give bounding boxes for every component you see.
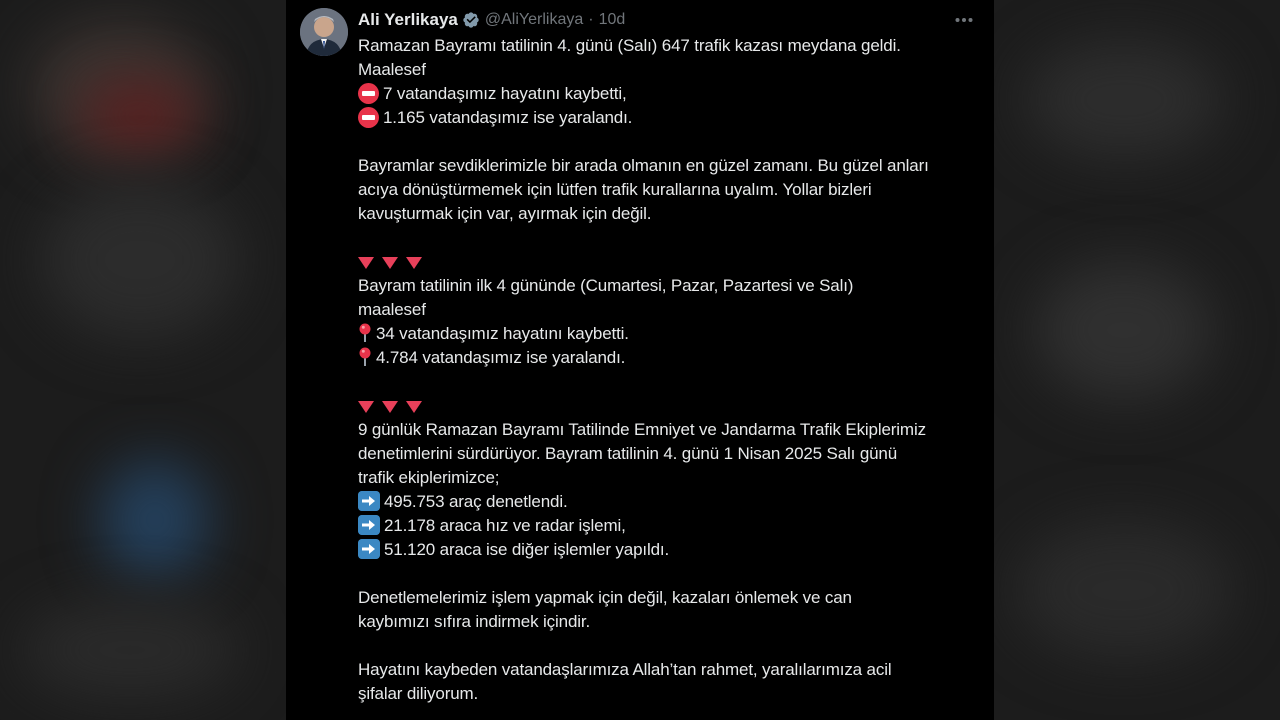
list-item: 7 vatandaşımız hayatını kaybetti, <box>358 82 983 106</box>
verified-badge-icon <box>463 12 479 28</box>
text-line: 7 vatandaşımız hayatını kaybetti, <box>383 84 627 103</box>
text-line: Hayatını kaybeden vatandaşlarımıza Allah… <box>358 660 892 679</box>
text-line: 1.165 vatandaşımız ise yaralandı. <box>383 108 633 127</box>
text-line: 495.753 araç denetlendi. <box>384 492 568 511</box>
right-arrow-emoji <box>358 539 380 560</box>
triangle-row <box>358 394 983 418</box>
blurred-background-right <box>994 0 1280 720</box>
text-line: Ramazan Bayramı tatilinin 4. günü (Salı)… <box>358 36 901 55</box>
tweet-text: Ramazan Bayramı tatilinin 4. günü (Salı)… <box>358 34 983 706</box>
author-avatar[interactable] <box>300 8 348 56</box>
round-pushpin-emoji <box>359 347 371 366</box>
text-line: Maalesef <box>358 60 426 79</box>
round-pushpin-emoji <box>359 323 371 342</box>
red-triangle-down-emoji <box>382 256 398 269</box>
list-item: 21.178 araca hız ve radar işlemi, <box>358 514 983 538</box>
tweet-timestamp[interactable]: 10d <box>599 8 626 32</box>
list-item: 4.784 vatandaşımız ise yaralandı. <box>358 346 983 370</box>
text-line: trafik ekiplerimizce; <box>358 468 500 487</box>
triangle-row <box>358 250 983 274</box>
list-item: 1.165 vatandaşımız ise yaralandı. <box>358 106 983 130</box>
text-line: maalesef <box>358 300 426 319</box>
text-line: 4.784 vatandaşımız ise yaralandı. <box>376 348 626 367</box>
list-item: 34 vatandaşımız hayatını kaybetti. <box>358 322 983 346</box>
tweet-header: Ali Yerlikaya @AliYerlikaya · 10d <box>358 8 625 32</box>
text-line: Denetlemelerimiz işlem yapmak için değil… <box>358 588 852 607</box>
list-item: 51.120 araca ise diğer işlemler yapıldı. <box>358 538 983 562</box>
text-line: şifalar diliyorum. <box>358 684 479 703</box>
red-triangle-down-emoji <box>406 256 422 269</box>
author-handle[interactable]: @AliYerlikaya <box>485 8 583 32</box>
more-dots <box>955 18 973 22</box>
text-line: denetimlerini sürdürüyor. Bayram tatilin… <box>358 444 898 463</box>
text-line: 34 vatandaşımız hayatını kaybetti. <box>376 324 629 343</box>
text-line: 21.178 araca hız ve radar işlemi, <box>384 516 626 535</box>
list-item: 495.753 araç denetlendi. <box>358 490 983 514</box>
red-triangle-down-emoji <box>406 400 422 413</box>
red-triangle-down-emoji <box>358 256 374 269</box>
red-triangle-down-emoji <box>382 400 398 413</box>
right-arrow-emoji <box>358 491 380 512</box>
header-separator: · <box>588 11 594 28</box>
text-line: acıya dönüştürmemek için lütfen trafik k… <box>358 180 872 199</box>
text-line: 51.120 araca ise diğer işlemler yapıldı. <box>384 540 670 559</box>
avatar-photo <box>300 8 348 56</box>
author-name[interactable]: Ali Yerlikaya <box>358 8 458 32</box>
text-line: kavuşturmak için var, ayırmak için değil… <box>358 204 652 223</box>
blurred-background-left <box>0 0 286 720</box>
no-entry-emoji <box>358 106 379 128</box>
text-line: kaybımızı sıfıra indirmek içindir. <box>358 612 591 631</box>
tweet-card: Ali Yerlikaya @AliYerlikaya · 10d Ramaza… <box>286 0 994 720</box>
text-line: Bayram tatilinin ilk 4 gününde (Cumartes… <box>358 276 854 295</box>
text-line: 9 günlük Ramazan Bayramı Tatilinde Emniy… <box>358 420 926 439</box>
more-options-icon[interactable] <box>952 8 976 32</box>
text-line: Bayramlar sevdiklerimizle bir arada olma… <box>358 156 929 175</box>
red-triangle-down-emoji <box>358 400 374 413</box>
right-arrow-emoji <box>358 515 380 536</box>
no-entry-emoji <box>358 82 379 104</box>
